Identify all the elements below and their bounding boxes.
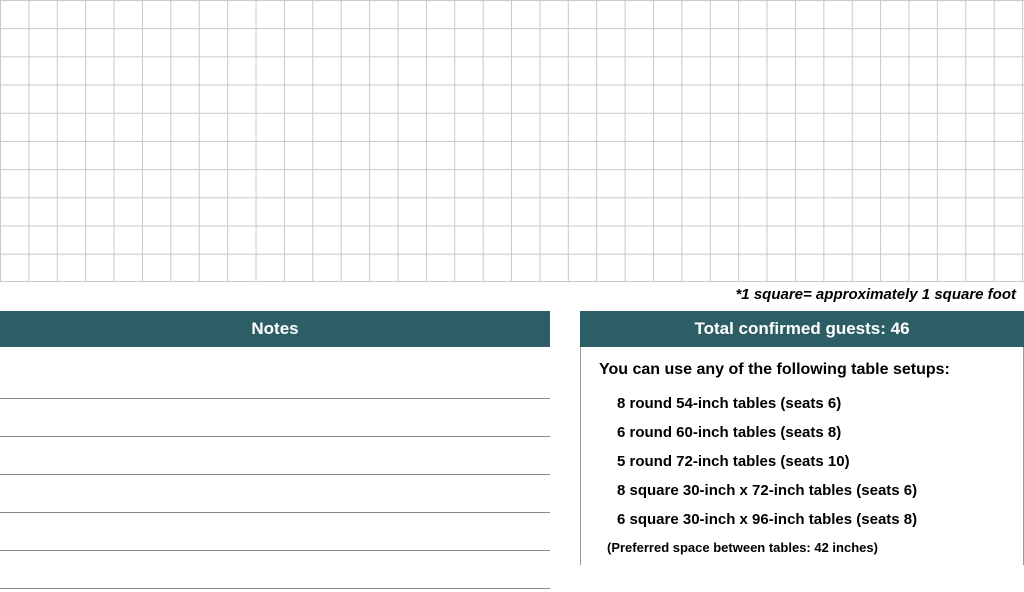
notes-panel: Notes [0,311,550,589]
setup-intro: You can use any of the following table s… [599,361,1005,379]
setup-item: 5 round 72-inch tables (seats 10) [599,447,1005,476]
panels-row: Notes Total confirmed guests: 46 You can… [0,311,1024,589]
note-line[interactable] [0,513,550,551]
note-line[interactable] [0,551,550,589]
guests-header: Total confirmed guests: 46 [580,311,1024,347]
floorplan-grid[interactable] [0,0,1024,282]
setup-item: 6 round 60-inch tables (seats 8) [599,418,1005,447]
setups-body: You can use any of the following table s… [580,347,1024,565]
setups-panel: Total confirmed guests: 46 You can use a… [580,311,1024,589]
setup-item: 6 square 30-inch x 96-inch tables (seats… [599,505,1005,534]
setup-item: 8 round 54-inch tables (seats 6) [599,389,1005,418]
notes-body [0,347,550,589]
note-line[interactable] [0,475,550,513]
preferred-spacing: (Preferred space between tables: 42 inch… [599,534,1005,557]
grid-legend: *1 square= approximately 1 square foot [0,282,1024,311]
note-line[interactable] [0,437,550,475]
notes-header: Notes [0,311,550,347]
setup-item: 8 square 30-inch x 72-inch tables (seats… [599,476,1005,505]
note-line[interactable] [0,361,550,399]
note-line[interactable] [0,399,550,437]
